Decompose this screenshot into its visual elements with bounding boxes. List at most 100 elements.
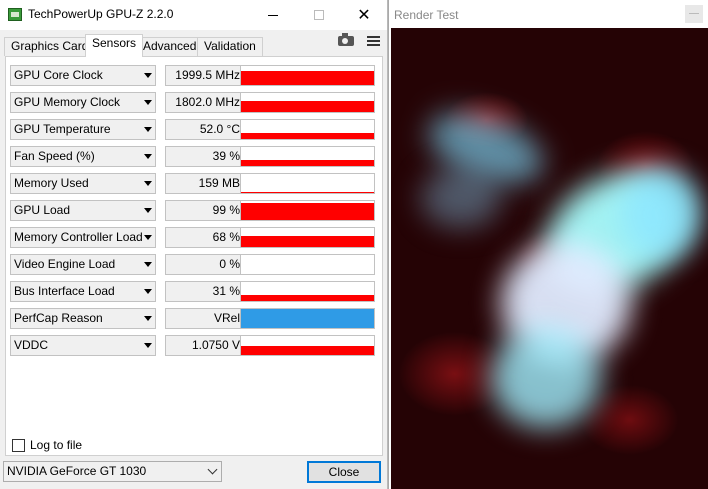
maximize-button[interactable] — [296, 0, 342, 30]
sensor-row: Memory Used 159 MB — [10, 173, 375, 194]
gpuz-window: TechPowerUp GPU-Z 2.2.0 ✕ Graphics Card … — [0, 0, 388, 489]
minimize-button[interactable] — [250, 0, 296, 30]
sensor-value: 159 MB — [165, 173, 244, 194]
sensor-row: GPU Temperature 52.0 °C — [10, 119, 375, 140]
dropdown-arrow-icon — [144, 181, 152, 186]
render-test-window: Render Test — [388, 0, 708, 489]
sensor-select[interactable]: Video Engine Load — [10, 254, 156, 275]
dropdown-arrow-icon — [144, 316, 152, 321]
close-window-button[interactable]: ✕ — [341, 0, 387, 30]
dropdown-arrow-icon — [144, 73, 152, 78]
sensor-select[interactable]: GPU Load — [10, 200, 156, 221]
dropdown-arrow-icon — [144, 235, 152, 240]
window-title: TechPowerUp GPU-Z 2.2.0 — [28, 7, 174, 21]
sensor-graph — [240, 119, 375, 140]
sensor-select[interactable]: GPU Memory Clock — [10, 92, 156, 113]
sensor-label: GPU Memory Clock — [14, 95, 121, 109]
sensor-label: Video Engine Load — [14, 257, 116, 271]
sensor-row: VDDC 1.0750 V — [10, 335, 375, 356]
sensor-select[interactable]: Memory Used — [10, 173, 156, 194]
log-to-file-checkbox[interactable] — [12, 438, 25, 452]
dropdown-arrow-icon — [144, 289, 152, 294]
sensor-label: GPU Load — [14, 203, 71, 217]
sensor-graph-fill — [241, 309, 374, 328]
sensor-label: Bus Interface Load — [14, 284, 115, 298]
sensor-graph-fill — [241, 235, 374, 247]
sensor-graph — [240, 65, 375, 86]
sensor-graph-fill — [241, 295, 374, 301]
sensor-graph-fill — [241, 100, 374, 112]
sensor-select[interactable]: Fan Speed (%) — [10, 146, 156, 167]
sensor-select[interactable]: PerfCap Reason — [10, 308, 156, 329]
sensor-select[interactable]: Memory Controller Load — [10, 227, 156, 248]
sensor-graph-fill — [241, 202, 374, 220]
log-to-file-label: Log to file — [30, 438, 83, 452]
sensor-value: 0 % — [165, 254, 244, 275]
sensor-value: 39 % — [165, 146, 244, 167]
sensor-label: PerfCap Reason — [14, 311, 103, 325]
log-to-file[interactable]: Log to file — [12, 437, 82, 453]
dropdown-arrow-icon — [144, 262, 152, 267]
tab-validation[interactable]: Validation — [197, 37, 263, 56]
tab-graphics-card[interactable]: Graphics Card — [4, 37, 96, 56]
sensor-row: Memory Controller Load 68 % — [10, 227, 375, 248]
sensor-row: GPU Load 99 % — [10, 200, 375, 221]
dropdown-arrow-icon — [144, 208, 152, 213]
sensor-graph-fill — [241, 346, 374, 355]
sensor-row: PerfCap Reason VRel — [10, 308, 375, 329]
sensor-graph-fill — [241, 133, 374, 139]
dropdown-arrow-icon — [144, 127, 152, 132]
minimize-icon — [268, 14, 278, 16]
sensor-value: 1.0750 V — [165, 335, 244, 356]
sensor-select[interactable]: GPU Temperature — [10, 119, 156, 140]
sensor-select[interactable]: VDDC — [10, 335, 156, 356]
sensor-select[interactable]: GPU Core Clock — [10, 65, 156, 86]
sensor-value: 31 % — [165, 281, 244, 302]
dropdown-arrow-icon — [144, 100, 152, 105]
sensor-graph — [240, 173, 375, 194]
hamburger-menu-icon[interactable] — [367, 36, 380, 47]
sensor-label: VDDC — [14, 338, 49, 352]
sensor-graph — [240, 200, 375, 221]
title-bar[interactable]: TechPowerUp GPU-Z 2.2.0 ✕ — [0, 0, 387, 30]
sensor-label: Memory Controller Load — [14, 230, 143, 244]
sensor-graph — [240, 254, 375, 275]
sensor-graph — [240, 146, 375, 167]
sensor-graph — [240, 308, 375, 329]
sensor-graph — [240, 335, 375, 356]
sensor-graph-fill — [241, 160, 374, 166]
dropdown-arrow-icon — [144, 154, 152, 159]
gpu-select-value: NVIDIA GeForce GT 1030 — [7, 464, 147, 478]
sensor-value: 52.0 °C — [165, 119, 244, 140]
render-title: Render Test — [394, 8, 459, 22]
sensor-value: 99 % — [165, 200, 244, 221]
sensor-graph-fill — [241, 70, 374, 85]
sensor-row: GPU Core Clock 1999.5 MHz — [10, 65, 375, 86]
sensor-graph-fill — [241, 192, 374, 193]
maximize-icon — [314, 10, 324, 20]
camera-icon[interactable] — [338, 33, 354, 46]
tab-advanced[interactable]: Advanced — [136, 37, 204, 56]
tab-sensors[interactable]: Sensors — [85, 34, 144, 57]
sensor-graph — [240, 281, 375, 302]
sensor-label: Memory Used — [14, 176, 89, 190]
sensor-row: Bus Interface Load 31 % — [10, 281, 375, 302]
sensor-row: Video Engine Load 0 % — [10, 254, 375, 275]
chevron-down-icon — [207, 464, 218, 475]
close-button[interactable]: Close — [307, 461, 381, 483]
render-canvas — [391, 28, 708, 489]
sensor-value: 1802.0 MHz — [165, 92, 244, 113]
sensor-select[interactable]: Bus Interface Load — [10, 281, 156, 302]
render-close-button[interactable] — [685, 5, 703, 23]
sensor-value: 1999.5 MHz — [165, 65, 244, 86]
gpuz-app-icon — [8, 8, 22, 21]
sensor-graph — [240, 92, 375, 113]
close-icon: ✕ — [357, 7, 371, 24]
sensor-value: VRel — [165, 308, 244, 329]
sensor-label: GPU Temperature — [14, 122, 111, 136]
sensor-graph — [240, 227, 375, 248]
sensor-value: 68 % — [165, 227, 244, 248]
sensor-label: Fan Speed (%) — [14, 149, 95, 163]
sensor-row: Fan Speed (%) 39 % — [10, 146, 375, 167]
gpu-select-dropdown[interactable]: NVIDIA GeForce GT 1030 — [3, 461, 222, 482]
